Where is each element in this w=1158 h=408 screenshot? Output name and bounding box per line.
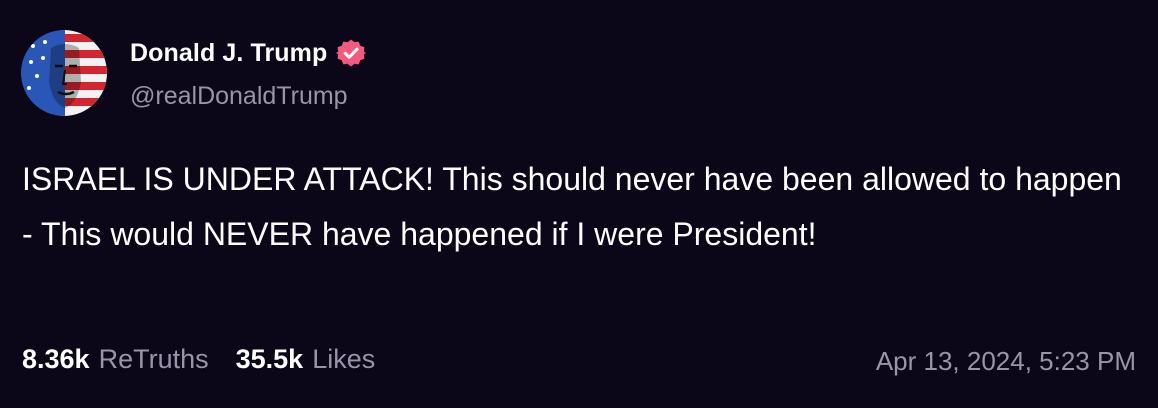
likes-count: 35.5k	[235, 344, 304, 374]
post-card: Donald J. Trump @realDonaldTrump ISRAEL …	[0, 0, 1158, 408]
author-handle[interactable]: @realDonaldTrump	[130, 82, 348, 111]
likes-label: Likes	[312, 344, 376, 374]
verified-badge-icon	[336, 38, 367, 68]
author-name-row: Donald J. Trump	[130, 34, 367, 72]
retruths-label: ReTruths	[98, 344, 209, 374]
likes-stat[interactable]: 35.5k Likes	[236, 344, 376, 375]
post-timestamp[interactable]: Apr 13, 2024, 5:23 PM	[876, 346, 1136, 377]
author-name[interactable]: Donald J. Trump	[130, 39, 327, 68]
post-stats: 8.36k ReTruths 35.5k Likes	[22, 344, 375, 375]
retruths-stat[interactable]: 8.36k ReTruths	[22, 344, 209, 375]
retruths-count: 8.36k	[22, 344, 90, 374]
flag-face-avatar-icon	[21, 30, 107, 116]
post-text: ISRAEL IS UNDER ATTACK! This should neve…	[22, 161, 1122, 252]
author-avatar[interactable]	[21, 30, 107, 116]
